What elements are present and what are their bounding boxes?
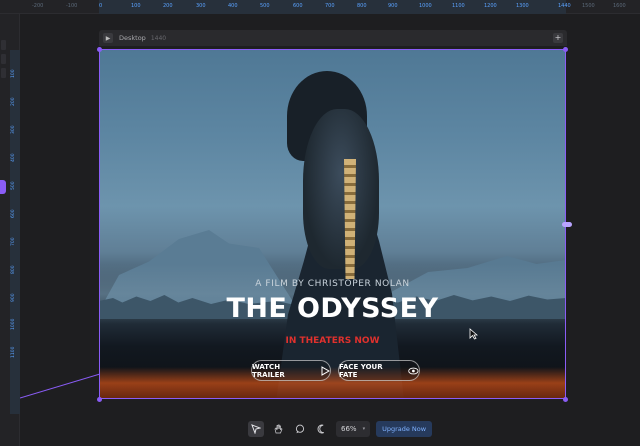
hero-title: THE ODYSSEY [226, 293, 439, 324]
ruler-tick: 600 [11, 209, 16, 218]
ruler-tick: 1100 [11, 346, 16, 358]
ruler-tick: 1600 [613, 3, 626, 9]
hand-tool-icon[interactable] [270, 421, 286, 437]
ruler-tick: 100 [131, 3, 141, 9]
ruler-tick: 1200 [484, 3, 497, 9]
zoom-value: 66% [341, 425, 357, 433]
comment-icon[interactable] [292, 421, 308, 437]
design-editor: -200 -100 0 100 200 300 400 500 600 700 … [0, 0, 640, 446]
ruler-tick: 500 [260, 3, 270, 9]
resize-handle-top-right[interactable] [563, 47, 568, 52]
ruler-tick: 1000 [11, 318, 16, 330]
add-breakpoint-button[interactable]: + [553, 33, 563, 43]
ruler-tick: 0 [99, 3, 103, 9]
ruler-tick: 600 [293, 3, 303, 9]
left-tool-button[interactable] [1, 68, 6, 78]
face-your-fate-label: FACE YOUR FATE [339, 362, 383, 379]
hero-section: A FILM BY CHRISTOPER NOLAN THE ODYSSEY I… [99, 49, 566, 399]
moon-icon[interactable] [314, 421, 330, 437]
ruler-tick: -100 [66, 3, 78, 9]
desktop-frame-canvas[interactable]: A FILM BY CHRISTOPER NOLAN THE ODYSSEY I… [99, 49, 566, 399]
connector-line [20, 373, 100, 399]
ruler-tick: 800 [11, 265, 16, 274]
top-ruler: -200 -100 0 100 200 300 400 500 600 700 … [0, 0, 640, 14]
ruler-tick: 400 [228, 3, 238, 9]
ruler-tick: 1500 [582, 3, 595, 9]
ruler-tick: 800 [357, 3, 367, 9]
frame-header[interactable]: ▶ Desktop 1440 + [99, 30, 567, 46]
hero-subtitle: A FILM BY CHRISTOPER NOLAN [255, 279, 410, 289]
face-your-fate-button[interactable]: FACE YOUR FATE [338, 360, 420, 381]
ruler-tick: 1300 [516, 3, 529, 9]
watch-trailer-button[interactable]: WATCH TRAILER [251, 360, 331, 381]
ruler-tick: 400 [11, 153, 16, 162]
ruler-tick: 200 [163, 3, 173, 9]
chevron-down-icon: ▾ [362, 426, 366, 432]
left-toolbar [0, 36, 8, 96]
frame-name[interactable]: Desktop [119, 34, 146, 42]
ruler-tick: 700 [11, 237, 16, 246]
eye-icon [408, 367, 419, 374]
ruler-tick: 300 [196, 3, 206, 9]
release-note: IN THEATERS NOW [285, 336, 380, 346]
ruler-tick: 300 [11, 125, 16, 134]
cursor-tool-icon[interactable] [248, 421, 264, 437]
mouse-pointer-icon [469, 328, 478, 340]
left-tool-button[interactable] [1, 40, 6, 50]
upgrade-now-button[interactable]: Upgrade Now [376, 421, 433, 437]
ruler-tick: 1440 [558, 3, 571, 9]
left-tool-button[interactable] [1, 54, 6, 64]
resize-handle-right[interactable] [562, 222, 572, 227]
ruler-tick: 500 [11, 181, 16, 190]
bottom-toolbar: 66% ▾ Upgrade Now [248, 418, 433, 440]
zoom-select[interactable]: 66% ▾ [336, 421, 371, 437]
panel-toggle-tab[interactable] [0, 180, 6, 194]
ruler-tick: 900 [11, 293, 16, 302]
ruler-tick: 1100 [452, 3, 465, 9]
frame-width-label: 1440 [150, 34, 167, 42]
ruler-tick: -200 [32, 3, 44, 9]
watch-trailer-label: WATCH TRAILER [252, 362, 285, 379]
ruler-tick: 1000 [419, 3, 432, 9]
ruler-tick: 200 [11, 97, 16, 106]
resize-handle-bottom-right[interactable] [563, 397, 568, 402]
ruler-tick: 100 [11, 69, 16, 78]
play-icon[interactable]: ▶ [103, 33, 113, 43]
play-outline-icon [321, 365, 330, 376]
ruler-tick: 900 [388, 3, 398, 9]
ruler-tick: 700 [325, 3, 335, 9]
resize-handle-top-left[interactable] [97, 47, 102, 52]
